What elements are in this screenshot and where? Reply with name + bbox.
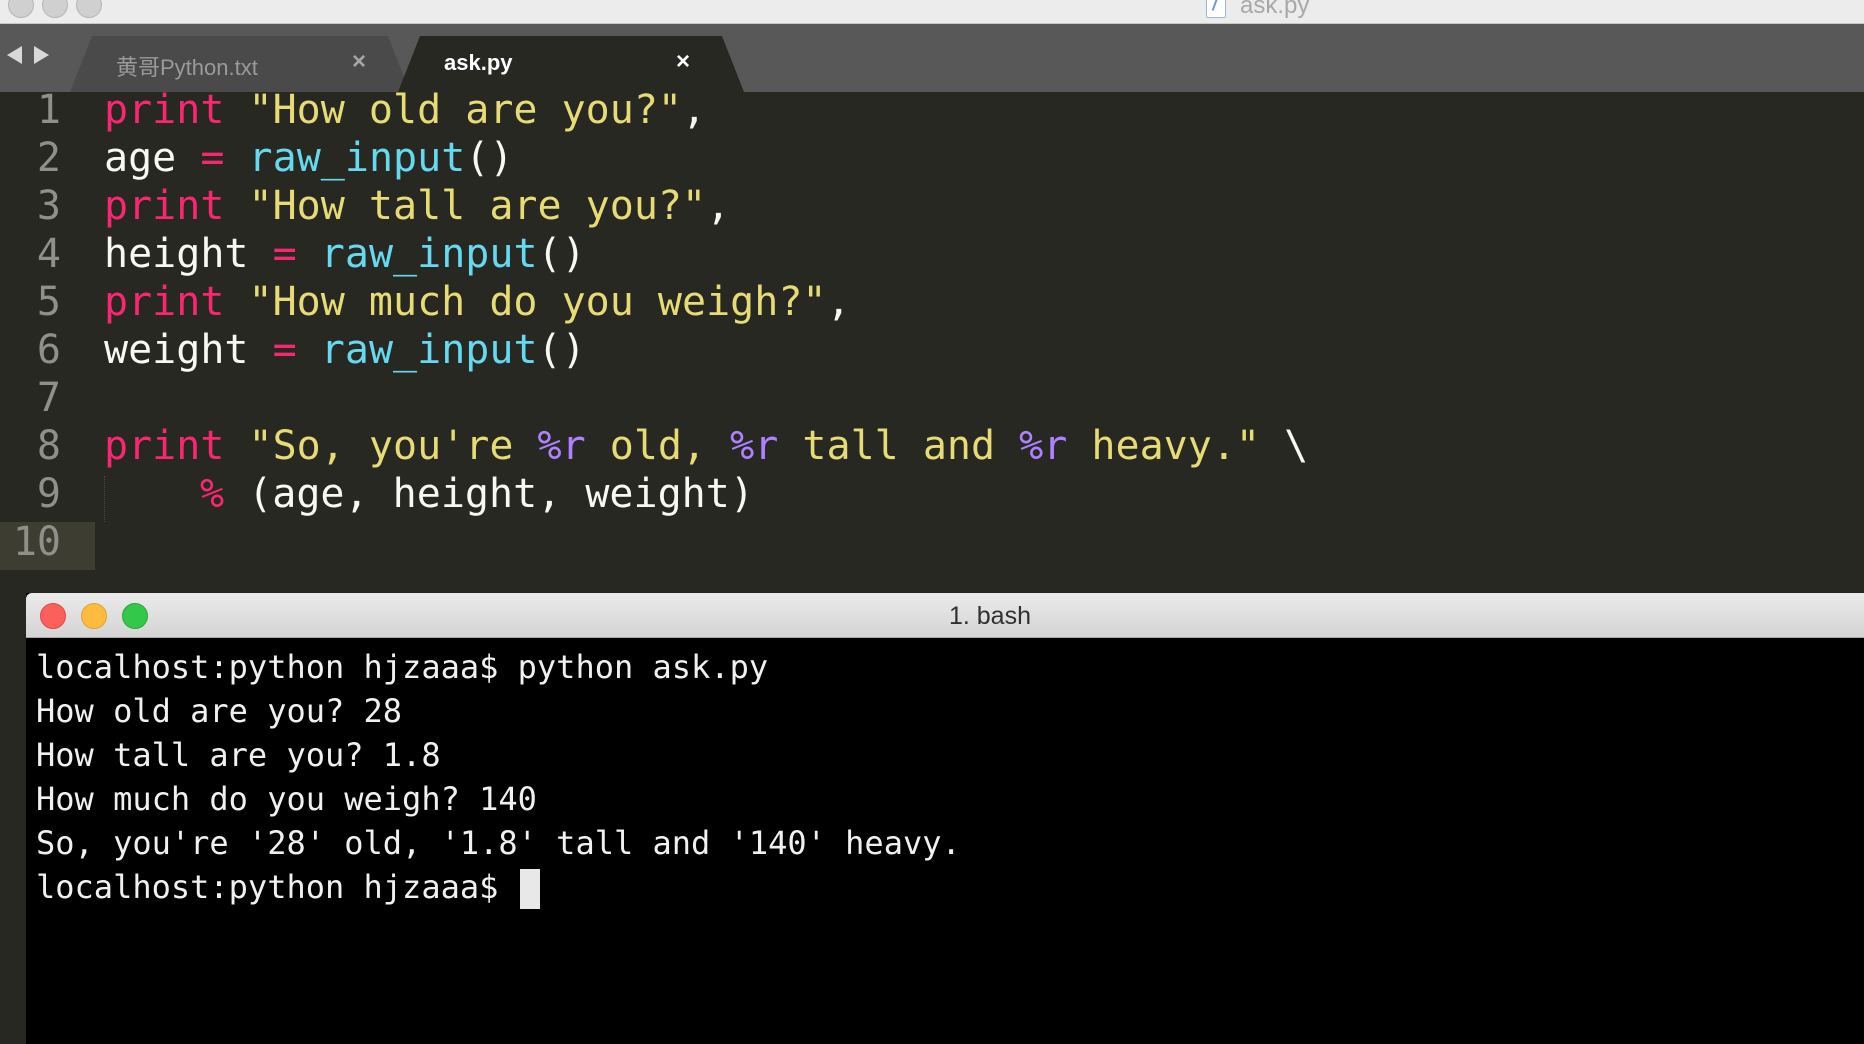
terminal-line: How tall are you? 1.8 <box>36 736 441 774</box>
terminal-window[interactable]: 1. bash localhost:python hjzaaa$ python … <box>26 593 1864 1044</box>
terminal-line: So, you're '28' old, '1.8' tall and '140… <box>36 824 961 862</box>
terminal-cursor <box>519 869 540 909</box>
line-number: 8 <box>36 423 61 469</box>
terminal-prompt: localhost:python hjzaaa$ <box>36 868 518 906</box>
code-line-1: print "How old are you?", <box>104 87 707 133</box>
code-line-3: print "How tall are you?", <box>104 183 731 229</box>
tab-bar: 黄哥Python.txt × ask.py × <box>0 24 1864 92</box>
terminal-line: How much do you weigh? 140 <box>36 780 537 818</box>
terminal-output[interactable]: localhost:python hjzaaa$ python ask.py H… <box>36 645 1864 1044</box>
tab-huangge-python-txt[interactable]: 黄哥Python.txt × <box>70 36 410 92</box>
code-line-6: weight = raw_input() <box>104 327 586 373</box>
indent-guide <box>104 476 105 522</box>
window-minimize-button[interactable] <box>42 0 68 18</box>
forward-arrow-icon[interactable] <box>34 46 49 64</box>
line-number-gutter: 1 2 3 4 5 6 7 8 9 10 <box>0 87 95 592</box>
tab-close-icon[interactable]: × <box>676 50 690 74</box>
back-arrow-icon[interactable] <box>7 46 22 64</box>
tab-label: 黄哥Python.txt <box>116 55 258 80</box>
line-number: 5 <box>36 279 61 325</box>
terminal-line: How old are you? 28 <box>36 692 403 730</box>
line-number: 9 <box>36 471 61 517</box>
line-number: 10 <box>12 519 61 565</box>
terminal-line: localhost:python hjzaaa$ python ask.py <box>36 648 769 686</box>
code-line-2: age = raw_input() <box>104 135 514 181</box>
tab-ask-py[interactable]: ask.py × <box>398 36 744 92</box>
line-number: 1 <box>36 87 61 133</box>
tab-label: ask.py <box>444 50 513 75</box>
python-file-icon <box>1206 0 1226 18</box>
terminal-title-bar[interactable]: 1. bash <box>26 593 1864 638</box>
line-number: 2 <box>36 135 61 181</box>
code-editor[interactable]: 1 2 3 4 5 6 7 8 9 10 print "How old are … <box>0 87 1864 592</box>
line-number: 6 <box>36 327 61 373</box>
line-number: 3 <box>36 183 61 229</box>
code-line-8: print "So, you're %r old, %r tall and %r… <box>104 423 1309 469</box>
window-title: ask.py <box>1240 0 1310 19</box>
terminal-prompt-line[interactable]: localhost:python hjzaaa$ <box>36 865 1864 909</box>
code-line-9: % (age, height, weight) <box>200 471 754 517</box>
code-line-4: height = raw_input() <box>104 231 586 277</box>
code-line-5: print "How much do you weigh?", <box>104 279 851 325</box>
line-number: 4 <box>36 231 61 277</box>
terminal-title: 1. bash <box>948 602 1031 630</box>
editor-title-bar: ask.py <box>0 0 1864 24</box>
line-number: 7 <box>36 375 61 421</box>
window-close-button[interactable] <box>8 0 34 18</box>
tab-close-icon[interactable]: × <box>352 50 366 74</box>
window-zoom-button[interactable] <box>76 0 102 18</box>
